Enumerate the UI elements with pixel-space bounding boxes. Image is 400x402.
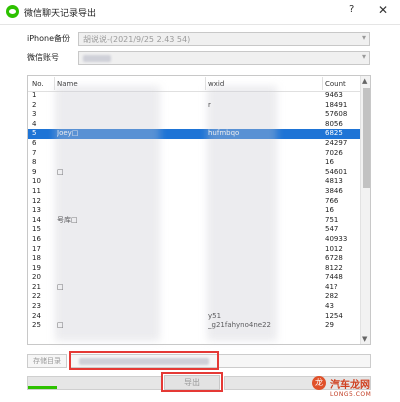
cell-no: 23 — [32, 302, 41, 311]
cell-no: 21 — [32, 282, 41, 291]
cell-no: 4 — [32, 119, 37, 128]
cell-no: 22 — [32, 292, 41, 301]
chevron-down-icon[interactable]: ▾ — [362, 33, 366, 42]
cell-no: 9 — [32, 167, 37, 176]
progress-bar — [27, 376, 162, 390]
window-title: 微信聊天记录导出 — [24, 9, 97, 19]
scrollbar[interactable]: ▲ ▼ — [360, 76, 370, 344]
wechat-logo-icon — [6, 5, 19, 18]
cell-no: 11 — [32, 186, 41, 195]
col-count[interactable]: Count — [325, 80, 346, 88]
account-label: 微信账号 — [27, 53, 59, 62]
cell-no: 10 — [32, 177, 41, 186]
cell-no: 25 — [32, 321, 41, 330]
cell-no: 15 — [32, 225, 41, 234]
cell-no: 1 — [32, 91, 37, 99]
cell-no: 17 — [32, 244, 41, 253]
cell-no: 14 — [32, 215, 41, 224]
cell-count: 3846 — [325, 186, 343, 195]
cell-count: 16 — [325, 206, 334, 215]
cell-count: 8122 — [325, 263, 343, 272]
cell-no: 12 — [32, 196, 41, 205]
cell-no: 18 — [32, 254, 41, 263]
close-icon[interactable]: ✕ — [378, 3, 388, 17]
cell-count: 766 — [325, 196, 339, 205]
cell-count: 9463 — [325, 91, 343, 99]
cell-no: 3 — [32, 110, 37, 119]
watermark-sub: LONG5.COM — [330, 391, 372, 398]
backup-select-value: 胡说说-(2021/9/25 2.43 54) — [83, 35, 191, 44]
watermark: 汽车龙网 LONG5.COM — [330, 376, 371, 398]
cell-count: 6825 — [325, 129, 343, 138]
highlight-export — [161, 372, 223, 392]
cell-no: 16 — [32, 234, 41, 243]
wxid-redaction — [207, 86, 277, 341]
title-bar: 微信聊天记录导出 ? ✕ — [0, 0, 400, 25]
cell-count: 16 — [325, 158, 334, 167]
cell-no: 24 — [32, 311, 41, 320]
cell-count: 282 — [325, 292, 339, 301]
cell-no: 5 — [32, 129, 37, 138]
cell-no: 20 — [32, 273, 41, 282]
cell-count: 18491 — [325, 100, 348, 109]
cell-count: 7448 — [325, 273, 343, 282]
cell-no: 2 — [32, 100, 37, 109]
cell-count: 24297 — [325, 138, 348, 147]
cell-count: 547 — [325, 225, 339, 234]
highlight-dir — [69, 351, 219, 370]
cell-count: 41? — [325, 282, 338, 291]
chevron-down-icon[interactable]: ▾ — [362, 52, 366, 61]
save-dir-button[interactable]: 存储目录 — [27, 354, 67, 368]
watermark-logo-icon: 龙 — [312, 376, 326, 390]
scroll-thumb[interactable] — [363, 88, 370, 188]
cell-count: 1012 — [325, 244, 343, 253]
backup-label: iPhone备份 — [27, 34, 71, 43]
cell-count: 1254 — [325, 311, 343, 320]
cell-count: 29 — [325, 321, 334, 330]
backup-select[interactable]: 胡说说-(2021/9/25 2.43 54) ▾ — [78, 32, 370, 46]
account-select[interactable]: ▾ — [78, 51, 370, 65]
cell-count: 4813 — [325, 177, 343, 186]
cell-count: 6728 — [325, 254, 343, 263]
col-no[interactable]: No. — [32, 80, 44, 88]
watermark-text: 汽车龙网 — [330, 380, 370, 391]
cell-count: 7026 — [325, 148, 343, 157]
cell-count: 54601 — [325, 167, 348, 176]
cell-no: 19 — [32, 263, 41, 272]
scroll-up-icon[interactable]: ▲ — [362, 77, 367, 85]
cell-count: 751 — [325, 215, 339, 224]
cell-no: 13 — [32, 206, 41, 215]
cell-count: 8056 — [325, 119, 343, 128]
cell-no: 7 — [32, 148, 37, 157]
cell-count: 43 — [325, 302, 334, 311]
name-redaction — [55, 86, 160, 341]
account-redaction — [83, 55, 111, 62]
cell-count: 57608 — [325, 110, 348, 119]
cell-count: 40933 — [325, 234, 348, 243]
help-icon[interactable]: ? — [349, 4, 354, 15]
progress-fill — [28, 386, 58, 389]
cell-no: 6 — [32, 138, 37, 147]
cell-no: 8 — [32, 158, 37, 167]
scroll-down-icon[interactable]: ▼ — [362, 335, 367, 343]
